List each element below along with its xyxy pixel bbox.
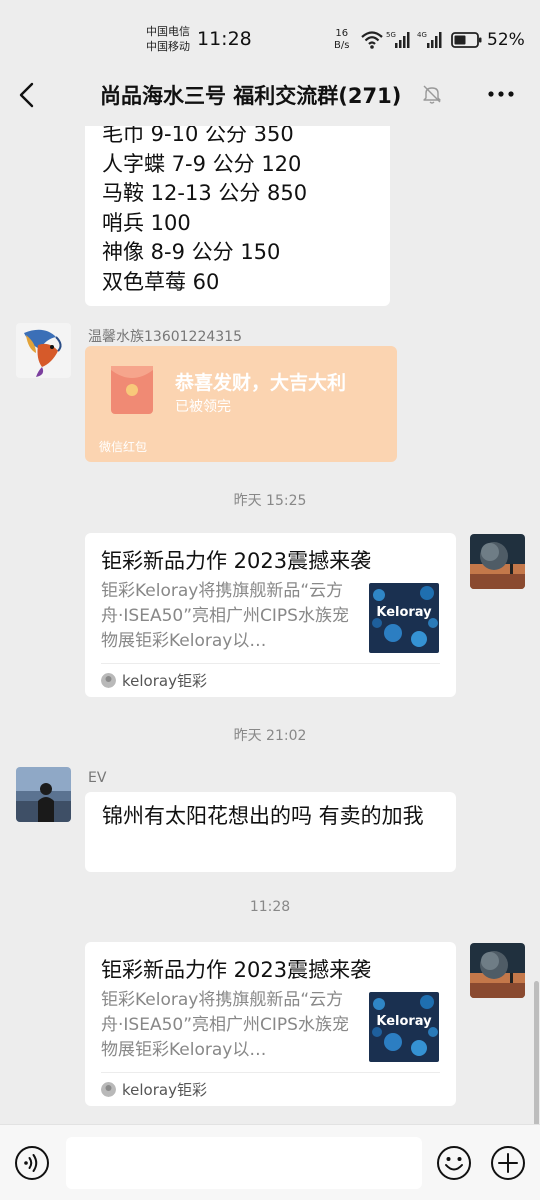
sender-name: 温馨水族13601224315 xyxy=(88,329,242,345)
price-list-line: 毛巾 9-10 公分 350 xyxy=(102,126,294,146)
red-envelope-icon xyxy=(111,366,153,414)
price-list-line: 马鞍 12-13 公分 850 xyxy=(102,181,308,205)
timestamp: 昨天 15:25 xyxy=(233,493,307,509)
planet-avatar-icon xyxy=(470,534,525,589)
article-description: 钜彩Keloray将携旗舰新品“云方舟·ISEA50”亮相广州CIPS水族宠物展… xyxy=(101,990,349,1060)
chat-header: 尚品海水三号 福利交流群(271) xyxy=(0,66,540,126)
battery-icon xyxy=(451,32,482,48)
net-speed-value: 16 xyxy=(335,28,349,39)
article-title: 钜彩新品力作 2023震撼来袭 xyxy=(101,958,372,982)
price-list-line: 双色草莓 60 xyxy=(102,269,220,294)
thumbnail-brand-text: Keloray xyxy=(376,1014,432,1029)
network-speed: 16 B/s xyxy=(334,28,349,52)
avatar-self[interactable] xyxy=(470,534,525,589)
thumbnail-brand-text: Keloray xyxy=(376,605,432,620)
source-avatar-icon xyxy=(101,673,116,688)
chat-title: 尚品海水三号 福利交流群(271) xyxy=(100,84,402,108)
carrier-1: 中国电信 xyxy=(146,25,190,38)
message-input-bar xyxy=(0,1124,540,1200)
coral-thumbnail-image: Keloray xyxy=(369,992,439,1062)
red-packet-message[interactable]: 恭喜发财，大吉大利 已被领完 微信红包 xyxy=(85,346,397,462)
battery-percentage: 52% xyxy=(487,30,525,50)
article-divider xyxy=(101,1072,440,1073)
chat-scrollbar[interactable] xyxy=(534,981,539,1124)
person-sea-avatar-icon xyxy=(16,767,71,822)
article-divider xyxy=(101,663,440,664)
net-speed-unit: B/s xyxy=(334,40,350,51)
source-avatar-icon xyxy=(101,1082,116,1097)
signal-2-label: 4G xyxy=(417,31,427,39)
ev-text-message[interactable]: 锦州有太阳花想出的吗 有卖的加我 xyxy=(85,792,456,872)
coral-thumbnail-image: Keloray xyxy=(369,583,439,653)
voice-input-icon[interactable] xyxy=(14,1145,50,1181)
article-thumbnail: Keloray xyxy=(369,992,439,1062)
signal-1-label: 5G xyxy=(386,31,396,39)
avatar-self[interactable] xyxy=(470,943,525,998)
article-description: 钜彩Keloray将携旗舰新品“云方舟·ISEA50”亮相广州CIPS水族宠物展… xyxy=(101,581,349,651)
article-source: keloray钜彩 xyxy=(122,1081,207,1099)
add-attachment-icon[interactable] xyxy=(490,1145,526,1181)
chat-message-list[interactable]: 毛巾 9-10 公分 350 人字蝶 7-9 公分 120 马鞍 12-13 公… xyxy=(0,126,540,1124)
avatar-wenxin[interactable] xyxy=(16,323,71,378)
avatar-ev[interactable] xyxy=(16,767,71,822)
price-list-line: 神像 8-9 公分 150 xyxy=(102,240,281,264)
muted-bell-icon xyxy=(423,85,441,104)
planet-avatar-icon xyxy=(470,943,525,998)
signal-4g-icon: 4G xyxy=(417,31,442,48)
timestamp: 昨天 21:02 xyxy=(233,728,307,744)
price-list-line: 哨兵 100 xyxy=(102,210,191,235)
red-packet-footer: 微信红包 xyxy=(99,440,148,454)
more-options-icon[interactable] xyxy=(486,84,516,104)
carrier-2: 中国移动 xyxy=(146,40,190,53)
shared-article-card[interactable]: 钜彩新品力作 2023震撼来袭 钜彩Keloray将携旗舰新品“云方舟·ISEA… xyxy=(85,942,456,1106)
shared-article-card[interactable]: 钜彩新品力作 2023震撼来袭 钜彩Keloray将携旗舰新品“云方舟·ISEA… xyxy=(85,533,456,697)
message-text-input[interactable] xyxy=(66,1137,422,1189)
price-list-message[interactable]: 毛巾 9-10 公分 350 人字蝶 7-9 公分 120 马鞍 12-13 公… xyxy=(85,126,390,306)
article-thumbnail: Keloray xyxy=(369,583,439,653)
status-bar: 中国电信 中国移动 11:28 16 B/s 5G 4G 52% xyxy=(0,0,540,66)
status-clock: 11:28 xyxy=(197,28,252,50)
message-text: 锦州有太阳花想出的吗 有卖的加我 xyxy=(102,804,424,828)
carrier-labels: 中国电信 中国移动 xyxy=(146,24,190,54)
article-title: 钜彩新品力作 2023震撼来袭 xyxy=(101,549,372,573)
red-packet-greeting: 恭喜发财，大吉大利 xyxy=(175,372,347,394)
red-packet-status: 已被领完 xyxy=(175,399,231,415)
sender-name: EV xyxy=(88,770,107,786)
signal-5g-icon: 5G xyxy=(386,31,410,48)
back-arrow-icon[interactable] xyxy=(14,80,42,110)
emoji-icon[interactable] xyxy=(436,1145,472,1181)
wifi-icon xyxy=(361,31,383,49)
article-source: keloray钜彩 xyxy=(122,672,207,690)
betta-fish-avatar-icon xyxy=(16,323,71,378)
price-list-line: 人字蝶 7-9 公分 120 xyxy=(102,151,302,176)
timestamp: 11:28 xyxy=(249,899,291,915)
